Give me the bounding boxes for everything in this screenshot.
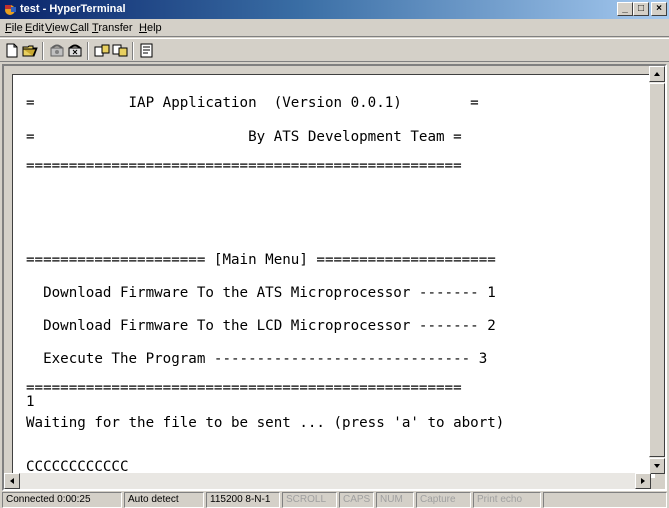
status-caps: CAPS xyxy=(339,492,374,508)
menu-edit-label: dit xyxy=(32,22,44,34)
menu-help-accel: H xyxy=(139,22,147,34)
toolbar-separator xyxy=(87,42,89,60)
scroll-right-button[interactable] xyxy=(635,473,651,489)
terminal-line: ===================== [Main Menu] ======… xyxy=(26,252,496,268)
terminal-line: = By ATS Development Team = xyxy=(26,129,462,145)
vertical-scrollbar[interactable] xyxy=(649,66,665,474)
hyperterminal-icon xyxy=(5,5,16,15)
menu-option-line: Download Firmware To the ATS Microproces… xyxy=(26,285,496,301)
menu-file-label: ile xyxy=(11,22,23,34)
arrow-down-icon xyxy=(654,464,660,468)
status-num: NUM xyxy=(376,492,414,508)
menu-bar: File Edit View Call Transfer Help xyxy=(0,19,669,37)
scroll-left-button[interactable] xyxy=(4,473,20,489)
toolbar-separator xyxy=(132,42,134,60)
receive-icon[interactable] xyxy=(111,42,129,59)
status-port: 115200 8-N-1 xyxy=(206,492,280,508)
scroll-down-button[interactable] xyxy=(649,458,665,474)
title-bar[interactable]: test - HyperTerminal _ □ × xyxy=(0,0,669,19)
terminal-line: ========================================… xyxy=(26,380,462,396)
menu-option-line: Execute The Program --------------------… xyxy=(26,351,488,367)
menu-view-label: iew xyxy=(52,22,69,34)
terminal-line: Waiting for the file to be sent ... (pre… xyxy=(26,415,505,431)
horizontal-scrollbar[interactable] xyxy=(4,473,651,489)
menu-file[interactable]: File xyxy=(5,22,23,34)
minimize-button[interactable]: _ xyxy=(617,2,633,16)
window-title: test - HyperTerminal xyxy=(20,3,126,15)
status-scroll: SCROLL xyxy=(282,492,337,508)
terminal-screen[interactable]: = IAP Application (Version 0.0.1) = = By… xyxy=(12,74,655,478)
status-detect: Auto detect xyxy=(124,492,204,508)
arrow-left-icon xyxy=(10,478,14,484)
status-connected: Connected 0:00:25 xyxy=(2,492,122,508)
menu-call-accel: C xyxy=(70,22,78,34)
status-bar: Connected 0:00:25 Auto detect 115200 8-N… xyxy=(0,491,669,508)
new-icon[interactable] xyxy=(3,42,21,59)
terminal-line: 1 xyxy=(26,394,35,410)
menu-view[interactable]: View xyxy=(45,22,69,34)
menu-call-label: all xyxy=(77,22,89,34)
status-blank-panel xyxy=(543,492,667,508)
menu-call[interactable]: Call xyxy=(70,22,89,34)
terminal-line: ========================================… xyxy=(26,158,462,174)
close-button[interactable]: × xyxy=(651,2,667,16)
scroll-up-button[interactable] xyxy=(649,66,665,82)
menu-transfer-label: ransfer xyxy=(98,22,133,34)
maximize-button[interactable]: □ xyxy=(633,2,649,16)
arrow-up-icon xyxy=(654,72,660,76)
properties-icon[interactable] xyxy=(138,42,156,59)
toolbar-separator xyxy=(42,42,44,60)
status-print-echo: Print echo xyxy=(473,492,541,508)
toolbar xyxy=(0,38,669,62)
scroll-thumb[interactable] xyxy=(649,83,665,457)
menu-option-line: Download Firmware To the LCD Microproces… xyxy=(26,318,496,334)
terminal-frame: = IAP Application (Version 0.0.1) = = By… xyxy=(2,64,667,491)
disconnect-icon[interactable] xyxy=(66,42,84,59)
menu-edit[interactable]: Edit xyxy=(25,22,44,34)
send-icon[interactable] xyxy=(93,42,111,59)
menu-help-label: elp xyxy=(146,22,162,34)
menu-transfer[interactable]: Transfer xyxy=(92,22,133,34)
status-capture: Capture xyxy=(416,492,471,508)
terminal-line: = IAP Application (Version 0.0.1) = xyxy=(26,95,479,111)
call-icon[interactable] xyxy=(48,42,66,59)
arrow-right-icon xyxy=(641,478,645,484)
menu-file-accel: F xyxy=(5,22,12,34)
open-icon[interactable] xyxy=(21,42,39,59)
menu-help[interactable]: Help xyxy=(139,22,162,34)
